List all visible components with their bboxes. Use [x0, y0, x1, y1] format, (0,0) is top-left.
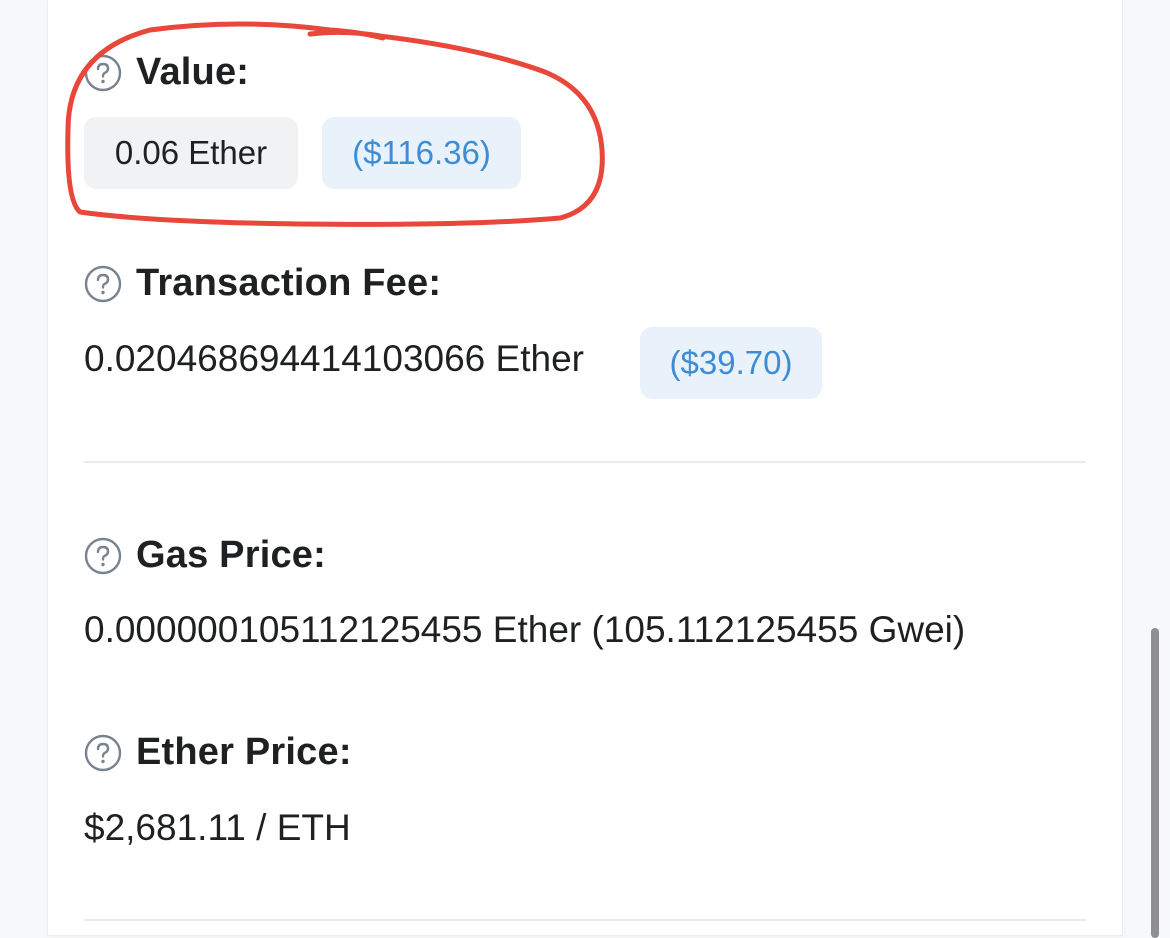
gas-price-label-text: Gas Price:	[136, 534, 326, 576]
ether-price-label-text: Ether Price:	[136, 731, 352, 773]
question-circle-icon[interactable]	[84, 54, 122, 92]
ether-price-value: $2,681.11 / ETH	[84, 807, 351, 848]
ether-price-label: Ether Price:	[84, 731, 352, 774]
value-label-text: Value:	[136, 51, 250, 93]
question-circle-icon[interactable]	[84, 734, 122, 772]
section-divider	[84, 919, 1086, 921]
gas-price-label: Gas Price:	[84, 534, 326, 577]
transaction-fee-usd-badge: ($39.70)	[640, 327, 822, 399]
section-divider	[84, 461, 1086, 463]
gas-price-value: 0.000000105112125455 Ether (105.11212545…	[84, 609, 966, 650]
question-circle-icon[interactable]	[84, 537, 122, 575]
value-label: Value:	[84, 51, 249, 94]
value-ether-badge: 0.06 Ether	[84, 117, 298, 189]
transaction-fee-label: Transaction Fee:	[84, 262, 441, 305]
value-usd-badge: ($116.36)	[322, 117, 521, 189]
scrollbar[interactable]	[1151, 628, 1159, 938]
transaction-fee-label-text: Transaction Fee:	[136, 262, 442, 304]
transaction-fee-ether: 0.020468694414103066 Ether	[84, 338, 584, 379]
question-circle-icon[interactable]	[84, 265, 122, 303]
